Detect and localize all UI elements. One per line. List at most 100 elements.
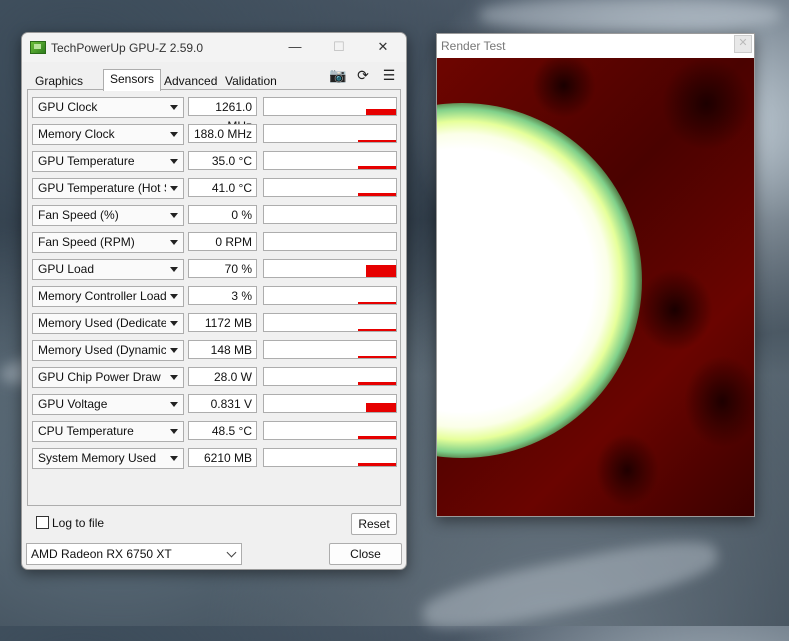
gpuz-app-icon [30, 41, 46, 54]
render-test-title: Render Test [441, 39, 506, 53]
sensor-graph [263, 97, 397, 116]
dropdown-arrow-icon [170, 159, 178, 164]
sensor-name: GPU Chip Power Draw [38, 370, 161, 384]
sensor-select[interactable]: GPU Temperature (Hot Spot) [32, 178, 184, 199]
sensor-graph-bar [366, 265, 396, 277]
sensor-name: GPU Voltage [38, 397, 108, 411]
device-select-value: AMD Radeon RX 6750 XT [31, 547, 172, 561]
sensor-value: 48.5 °C [188, 421, 257, 440]
gpuz-window: TechPowerUp GPU-Z 2.59.0 — ☐ ✕ Graphics … [21, 32, 407, 570]
sensor-name: GPU Load [38, 262, 95, 276]
sensor-select[interactable]: CPU Temperature [32, 421, 184, 442]
dropdown-arrow-icon [170, 213, 178, 218]
refresh-icon[interactable]: ⟳ [355, 67, 371, 83]
tab-graphics-card[interactable]: Graphics Card [28, 71, 90, 106]
sensor-select[interactable]: Memory Used (Dedicated) [32, 313, 184, 334]
sensor-graph-bar [358, 356, 396, 358]
sensor-select[interactable]: System Memory Used [32, 448, 184, 469]
sensor-name: Fan Speed (%) [38, 208, 119, 222]
sensor-graph [263, 178, 397, 197]
sensor-graph [263, 394, 397, 413]
render-canvas [437, 58, 754, 516]
sensor-name: Memory Used (Dynamic) [38, 343, 166, 357]
render-close-button[interactable]: ✕ [734, 35, 752, 53]
sensor-select[interactable]: Memory Used (Dynamic) [32, 340, 184, 361]
sensor-graph-bar [358, 166, 396, 169]
sensor-graph [263, 232, 397, 251]
close-window-button[interactable]: ✕ [372, 38, 394, 56]
log-to-file-checkbox[interactable] [36, 516, 49, 529]
sensor-select[interactable]: Memory Clock [32, 124, 184, 145]
dropdown-arrow-icon [170, 240, 178, 245]
sensor-select[interactable]: Memory Controller Load [32, 286, 184, 307]
sensor-graph [263, 286, 397, 305]
sensor-name: GPU Temperature (Hot Spot) [38, 181, 166, 195]
dropdown-arrow-icon [170, 321, 178, 326]
sensor-graph [263, 124, 397, 143]
sensors-panel: GPU Clock 1261.0 MHz Memory Clock 188.0 MHz… [27, 89, 401, 506]
sensor-graph-bar [358, 382, 396, 385]
sensor-graph [263, 448, 397, 467]
title-bar[interactable]: TechPowerUp GPU-Z 2.59.0 — ☐ ✕ [22, 33, 406, 62]
sensor-graph [263, 205, 397, 224]
log-to-file-label: Log to file [52, 516, 105, 530]
sensor-select[interactable]: GPU Load [32, 259, 184, 280]
sensor-value: 0 % [188, 205, 257, 224]
sensor-graph-bar [358, 193, 396, 196]
minimize-button[interactable]: — [284, 38, 306, 56]
sensor-graph-bar [358, 463, 396, 466]
sensor-name: Fan Speed (RPM) [38, 235, 135, 249]
device-select[interactable]: AMD Radeon RX 6750 XT [26, 543, 242, 565]
dropdown-arrow-icon [170, 105, 178, 110]
tab-advanced[interactable]: Advanced [157, 71, 224, 91]
sensor-graph-bar [358, 436, 396, 439]
sensor-select[interactable]: GPU Clock [32, 97, 184, 118]
sensor-name: Memory Clock [38, 127, 115, 141]
window-title: TechPowerUp GPU-Z 2.59.0 [51, 41, 204, 55]
sensor-value: 35.0 °C [188, 151, 257, 170]
reset-button[interactable]: Reset [351, 513, 397, 535]
render-glow [437, 103, 642, 458]
sensor-value: 28.0 W [188, 367, 257, 386]
sensor-graph [263, 313, 397, 332]
sensor-name: GPU Temperature [38, 154, 135, 168]
dropdown-arrow-icon [170, 186, 178, 191]
camera-icon[interactable]: 📷 [329, 67, 346, 83]
sensor-select[interactable]: Fan Speed (RPM) [32, 232, 184, 253]
sensor-value: 1261.0 MHz [188, 97, 257, 133]
tab-sensors[interactable]: Sensors [103, 69, 162, 91]
chevron-down-icon [226, 547, 237, 558]
dropdown-arrow-icon [170, 132, 178, 137]
sensor-graph [263, 340, 397, 359]
dropdown-arrow-icon [170, 375, 178, 380]
dropdown-arrow-icon [170, 294, 178, 299]
sensor-value: 188.0 MHz [188, 124, 257, 143]
maximize-button[interactable]: ☐ [328, 38, 350, 56]
sensor-name: Memory Controller Load [38, 289, 166, 303]
sensor-select[interactable]: GPU Chip Power Draw [32, 367, 184, 388]
sensor-name: System Memory Used [38, 451, 157, 465]
render-test-window: Render Test ✕ [436, 33, 755, 517]
sensor-value: 0 RPM [188, 232, 257, 251]
sensor-graph [263, 151, 397, 170]
sensor-name: GPU Clock [38, 100, 98, 114]
dropdown-arrow-icon [170, 402, 178, 407]
sensor-graph [263, 367, 397, 386]
sensor-value: 70 % [188, 259, 257, 278]
dropdown-arrow-icon [170, 267, 178, 272]
sensor-graph [263, 259, 397, 278]
tab-validation[interactable]: Validation [218, 71, 284, 91]
sensor-value: 3 % [188, 286, 257, 305]
close-button[interactable]: Close [329, 543, 402, 565]
dropdown-arrow-icon [170, 348, 178, 353]
sensor-value: 148 MB [188, 340, 257, 359]
menu-icon[interactable]: ☰ [381, 67, 397, 83]
sensor-value: 6210 MB [188, 448, 257, 467]
sensor-graph-bar [366, 109, 396, 115]
sensor-name: CPU Temperature [38, 424, 134, 438]
sensor-select[interactable]: GPU Voltage [32, 394, 184, 415]
sensor-select[interactable]: GPU Temperature [32, 151, 184, 172]
sensor-graph-bar [358, 329, 396, 331]
sensor-select[interactable]: Fan Speed (%) [32, 205, 184, 226]
dropdown-arrow-icon [170, 429, 178, 434]
